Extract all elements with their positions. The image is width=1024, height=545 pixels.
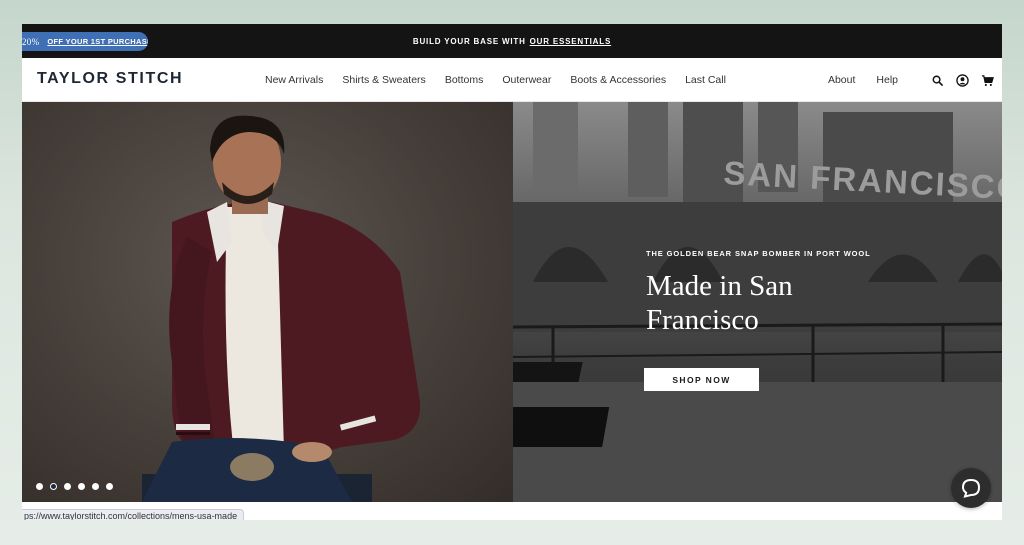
essentials-link[interactable]: OUR ESSENTIALS [530,37,611,46]
search-icon[interactable] [930,73,944,87]
site-header: TAYLOR STITCH New Arrivals Shirts & Swea… [22,58,1002,102]
hero-headline: Made in San Francisco [646,270,793,336]
nav-outerwear[interactable]: Outerwear [502,74,551,86]
browser-viewport: 20% OFF YOUR 1ST PURCHASE BUILD YOUR BAS… [22,24,1002,520]
announcement-text: BUILD YOUR BASE WITH [412,36,526,46]
carousel-dot[interactable] [64,483,71,490]
carousel-dot-active[interactable] [50,483,57,490]
cart-icon[interactable] [980,73,994,87]
carousel-dot[interactable] [92,483,99,490]
main-nav: New Arrivals Shirts & Sweaters Bottoms O… [265,58,726,102]
hero-copy: THE GOLDEN BEAR SNAP BOMBER IN PORT WOOL… [646,249,871,337]
model-illustration [142,115,421,502]
hero-location-photo: SAN FRANCISCO THE GOLDEN BEAR SNAP BOMBE… [513,102,1002,502]
nav-shirts-sweaters[interactable]: Shirts & Sweaters [342,74,425,86]
nav-new-arrivals[interactable]: New Arrivals [265,74,323,86]
carousel-dot[interactable] [78,483,85,490]
chat-icon [961,478,981,498]
announcement-message: BUILD YOUR BASE WITH OUR ESSENTIALS [22,24,1002,58]
hero-model-photo [22,102,513,502]
chat-button[interactable] [951,468,991,508]
carousel-dots [36,483,113,490]
carousel-dot[interactable] [106,483,113,490]
shop-now-button[interactable]: SHOP NOW [644,368,759,391]
announcement-bar: 20% OFF YOUR 1ST PURCHASE BUILD YOUR BAS… [22,24,1002,58]
hero-eyebrow: THE GOLDEN BEAR SNAP BOMBER IN PORT WOOL [646,249,871,258]
status-bar-url: ps://www.taylorstitch.com/collections/me… [22,509,245,520]
hero-banner: SAN FRANCISCO THE GOLDEN BEAR SNAP BOMBE… [22,102,1002,502]
site-logo[interactable]: TAYLOR STITCH [37,70,183,88]
about-link[interactable]: About [828,74,855,86]
nav-boots-accessories[interactable]: Boots & Accessories [570,74,666,86]
nav-bottoms[interactable]: Bottoms [445,74,484,86]
carousel-dot[interactable] [36,483,43,490]
nav-last-call[interactable]: Last Call [685,74,726,86]
utility-nav: About Help [828,58,994,102]
help-link[interactable]: Help [876,74,898,86]
account-icon[interactable] [955,73,969,87]
